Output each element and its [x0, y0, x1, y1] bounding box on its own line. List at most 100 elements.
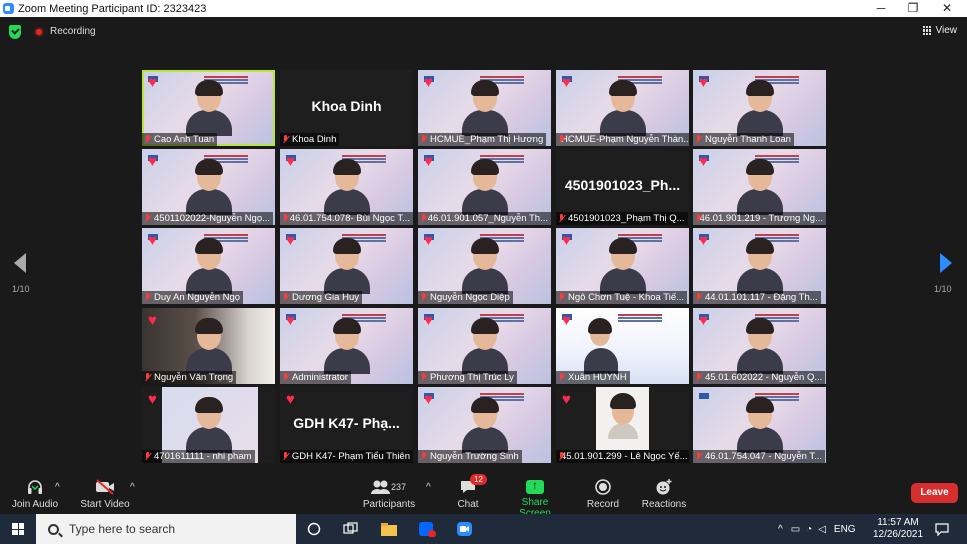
participant-tile[interactable]: ♥ Phương Thị Trúc Ly — [418, 308, 551, 384]
meeting-controls-bar: Join Audio ^ Start Video ^ 237 Participa… — [0, 472, 967, 519]
participant-tile[interactable]: ♥ Nguyễn Văn Trọng — [142, 308, 275, 384]
participant-video-person — [736, 318, 783, 374]
participant-tile[interactable]: ♥ 4701611111 - nhi pham — [142, 387, 275, 463]
share-screen-button[interactable]: Share Screen — [506, 478, 564, 519]
windows-taskbar: Type here to search ^ ▭ ◔ ◁ ENG 11:57 AM… — [0, 514, 967, 544]
participant-tile[interactable]: ♥ 46.01.901.057_Nguyễn Th... — [418, 149, 551, 225]
participant-tile[interactable]: ♥ Administrator — [280, 308, 413, 384]
participant-name: Ngô Chơn Tuệ - Khoa Tiế... — [568, 292, 685, 303]
participant-name: 4501102022-Nguyễn Ngọ... — [154, 213, 271, 224]
security-shield-icon[interactable] — [9, 25, 21, 39]
participant-name-bar: Dương Gia Huy — [280, 291, 362, 304]
join-audio-button[interactable]: Join Audio — [10, 478, 60, 510]
leave-meeting-button[interactable]: Leave — [911, 483, 958, 503]
battery-icon[interactable]: ▭ — [791, 524, 800, 535]
participant-tile[interactable]: ♥ 45.01.602022 - Nguyễn Q... — [693, 308, 826, 384]
volume-icon[interactable]: ◁ — [818, 524, 826, 535]
participant-tile[interactable]: ♥ Nguyễn Thanh Loan — [693, 70, 826, 146]
participant-video-person — [736, 80, 783, 136]
participant-name-bar: HCMUE-Phạm Nguyễn Thàn... — [556, 133, 689, 146]
chat-button[interactable]: 12 Chat — [452, 474, 487, 510]
record-button[interactable]: Record — [584, 478, 622, 510]
muted-mic-icon — [144, 293, 151, 302]
participant-tile[interactable]: GDH K47- Phạ... ♥ GDH K47- Phạm Tiểu Thiên — [280, 387, 413, 463]
participant-tile[interactable]: ♥ 44.01.101.117 - Đặng Th... — [693, 228, 826, 304]
participant-tile[interactable]: ♥ 46.01.754.078- Bùi Ngọc T... — [280, 149, 413, 225]
participant-name-bar: 46.01.754.047 - Nguyễn T... — [693, 450, 826, 463]
participant-tile[interactable]: ♥ Nguyễn Trường Sinh — [418, 387, 551, 463]
participants-button[interactable]: 237 Participants — [362, 478, 416, 510]
participant-tile[interactable]: Khoa Dinh Khoa Dinh — [280, 70, 413, 146]
network-icon[interactable]: ◔ — [806, 524, 812, 535]
page-indicator-right: 1/10 — [934, 284, 952, 294]
video-off-icon — [78, 478, 132, 496]
video-options-caret-icon[interactable]: ^ — [130, 482, 135, 493]
participant-tile[interactable]: ♥ Duy An Nguyễn Ngọ — [142, 228, 275, 304]
reactions-button[interactable]: Reactions — [640, 478, 688, 510]
zoom-taskbar-icon[interactable] — [456, 521, 472, 537]
participant-name-bar: 45.01.602022 - Nguyễn Q... — [693, 371, 826, 384]
participant-name: Dương Gia Huy — [292, 292, 359, 303]
muted-mic-icon — [695, 135, 702, 144]
windows-start-icon[interactable] — [12, 523, 24, 535]
search-icon — [48, 523, 59, 535]
participant-tile[interactable]: ♥ Nguyễn Ngọc Diệp — [418, 228, 551, 304]
next-page-arrow-icon[interactable] — [940, 253, 952, 273]
participant-video-person — [323, 159, 370, 215]
notifications-icon[interactable] — [934, 522, 950, 538]
participant-name: Nguyễn Văn Trọng — [154, 372, 234, 383]
participant-tile[interactable]: 4501901023_Ph... 4501901023_Phạm Thị Q... — [556, 149, 689, 225]
participant-video-person — [461, 159, 508, 215]
participant-name: Xuân HUYNH — [568, 372, 627, 383]
participant-video-person — [461, 397, 508, 453]
show-hidden-icons-icon[interactable]: ^ — [778, 524, 783, 535]
muted-mic-icon — [144, 373, 151, 382]
audio-options-caret-icon[interactable]: ^ — [55, 482, 60, 493]
participant-tile[interactable]: ♥ Cao Anh Tuan — [142, 70, 275, 146]
participant-name-bar: Administrator — [280, 371, 351, 384]
cortana-icon[interactable] — [306, 521, 322, 537]
participant-tile[interactable]: ♥ Xuân HUYNH — [556, 308, 689, 384]
participant-name: 46.01.901.219 - Trương Ng... — [699, 213, 824, 224]
participant-tile[interactable]: ♥ HCMUE_Phạm Thị Hương — [418, 70, 551, 146]
heart-reaction-icon: ♥ — [699, 312, 708, 329]
close-button[interactable]: ✕ — [930, 0, 964, 17]
previous-page-arrow-icon[interactable] — [14, 253, 26, 273]
taskbar-clock[interactable]: 11:57 AM 12/26/2021 — [872, 517, 924, 541]
file-explorer-icon[interactable] — [380, 521, 397, 537]
participant-display-name-large: GDH K47- Phạ... — [293, 415, 400, 431]
view-button[interactable]: View — [922, 25, 957, 36]
participants-options-caret-icon[interactable]: ^ — [426, 482, 431, 493]
minimize-button[interactable]: ─ — [864, 0, 898, 17]
participant-tile[interactable]: 46.01.754.047 - Nguyễn T... — [693, 387, 826, 463]
participant-tile[interactable]: ♥ 4501102022-Nguyễn Ngọ... — [142, 149, 275, 225]
muted-mic-icon — [144, 214, 151, 223]
participant-tile[interactable]: ♥ Dương Gia Huy — [280, 228, 413, 304]
participant-video-person — [607, 393, 638, 447]
zalo-icon[interactable] — [418, 521, 436, 538]
taskbar-search-box[interactable]: Type here to search — [36, 514, 296, 544]
recording-icon — [34, 27, 44, 37]
participant-name-bar: Nguyễn Thanh Loan — [693, 133, 794, 146]
zoom-logo-icon — [3, 3, 14, 14]
participant-tile[interactable]: ♥ 45.01.901.299 - Lê Ngọc Yế... — [556, 387, 689, 463]
reactions-smiley-icon — [640, 478, 688, 496]
input-language[interactable]: ENG — [834, 524, 856, 535]
participant-name: Duy An Nguyễn Ngọ — [154, 292, 241, 303]
participant-tile[interactable]: ♥ Ngô Chơn Tuệ - Khoa Tiế... — [556, 228, 689, 304]
clock-date: 12/26/2021 — [872, 529, 924, 540]
participant-video-person — [584, 318, 618, 374]
task-view-icon[interactable] — [342, 521, 358, 537]
muted-mic-icon — [420, 452, 427, 461]
participant-tile[interactable]: ♥ HCMUE-Phạm Nguyễn Thàn... — [556, 70, 689, 146]
maximize-button[interactable]: ❐ — [896, 0, 930, 17]
muted-mic-icon — [695, 293, 702, 302]
start-video-label: Start Video — [80, 499, 130, 510]
reactions-label: Reactions — [641, 499, 687, 510]
start-video-button[interactable]: Start Video — [78, 478, 132, 510]
participant-name-bar: Duy An Nguyễn Ngọ — [142, 291, 244, 304]
participant-video-person — [185, 80, 232, 136]
participant-tile[interactable]: ♥ 46.01.901.219 - Trương Ng... — [693, 149, 826, 225]
heart-reaction-icon: ♥ — [424, 312, 433, 329]
participant-name: Khoa Dinh — [292, 134, 337, 145]
